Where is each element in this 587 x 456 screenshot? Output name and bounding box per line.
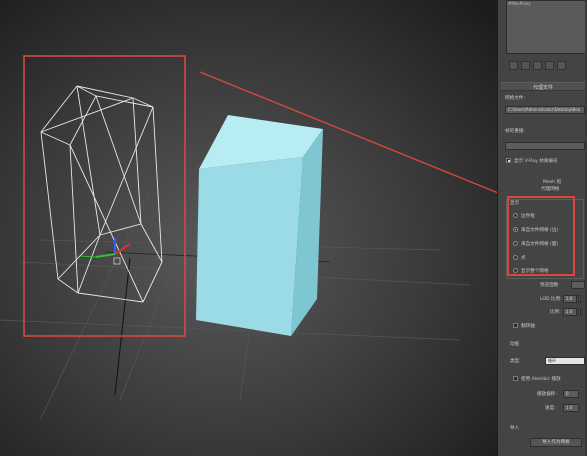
offset-label: 播放偏移: bbox=[537, 392, 557, 397]
speed-label: 速度: bbox=[545, 406, 556, 411]
rollout-proxy-file-title: 代理文件 bbox=[532, 85, 553, 91]
import-group-title: 导入 bbox=[510, 426, 520, 431]
mesh-file-path-field[interactable]: C:\Users\Administrator\Desktop\Boo bbox=[505, 106, 585, 114]
import-as-mesh-button[interactable]: 导入作为网格 bbox=[530, 438, 582, 447]
offset-field[interactable]: 0 bbox=[563, 390, 579, 398]
solid-box-mesh bbox=[196, 115, 323, 336]
flip-axis-label: 翻转轴 bbox=[521, 324, 535, 329]
frame-label: 帧的重播: bbox=[505, 129, 525, 134]
mesh-rollout-title: Mesh 照 bbox=[543, 180, 562, 185]
anim-group-title: 动画 bbox=[510, 342, 520, 347]
pin-stack-icon[interactable] bbox=[509, 61, 518, 70]
anim-type-dropdown[interactable]: 循环 bbox=[545, 357, 585, 365]
rollout-proxy-file[interactable]: - 代理文件 bbox=[501, 82, 585, 91]
scale-spinner[interactable] bbox=[578, 308, 581, 316]
frame-field[interactable] bbox=[505, 142, 585, 150]
display-rollout-title: 代理网格 bbox=[541, 187, 560, 192]
speed-field[interactable]: 1.0 bbox=[563, 404, 579, 412]
modifier-preview-area bbox=[506, 0, 587, 54]
preview-title: #MaxProxy bbox=[508, 1, 531, 6]
anim-type-label: 类型: bbox=[510, 359, 521, 364]
viewport-scene bbox=[0, 0, 497, 456]
remove-modifier-icon[interactable] bbox=[545, 61, 554, 70]
lod-field[interactable]: 1.0 bbox=[563, 295, 577, 303]
preview-face-field[interactable] bbox=[571, 281, 585, 289]
alembic-label: 使用 Alembic 播放 bbox=[521, 377, 561, 382]
make-unique-icon[interactable] bbox=[533, 61, 542, 70]
show-end-result-icon[interactable] bbox=[521, 61, 530, 70]
preview-face-label: 预览面数 bbox=[540, 283, 559, 288]
scale-label: 比例: bbox=[550, 310, 561, 315]
configure-sets-icon[interactable] bbox=[557, 61, 566, 70]
lod-label: LOD 比例: bbox=[540, 297, 562, 302]
annotation-highlight-display-group bbox=[507, 196, 575, 276]
scale-field[interactable]: 1.0 bbox=[563, 308, 577, 316]
alembic-checkbox[interactable] bbox=[513, 376, 518, 381]
show-materials-checkbox[interactable] bbox=[506, 158, 511, 163]
mesh-file-label: 网格文件: bbox=[505, 96, 525, 101]
flip-axis-checkbox[interactable] bbox=[513, 323, 518, 328]
perspective-viewport[interactable] bbox=[0, 0, 497, 456]
show-materials-label: 显示 V-Ray 材质编号 bbox=[514, 159, 558, 164]
lod-spinner[interactable] bbox=[578, 295, 581, 303]
